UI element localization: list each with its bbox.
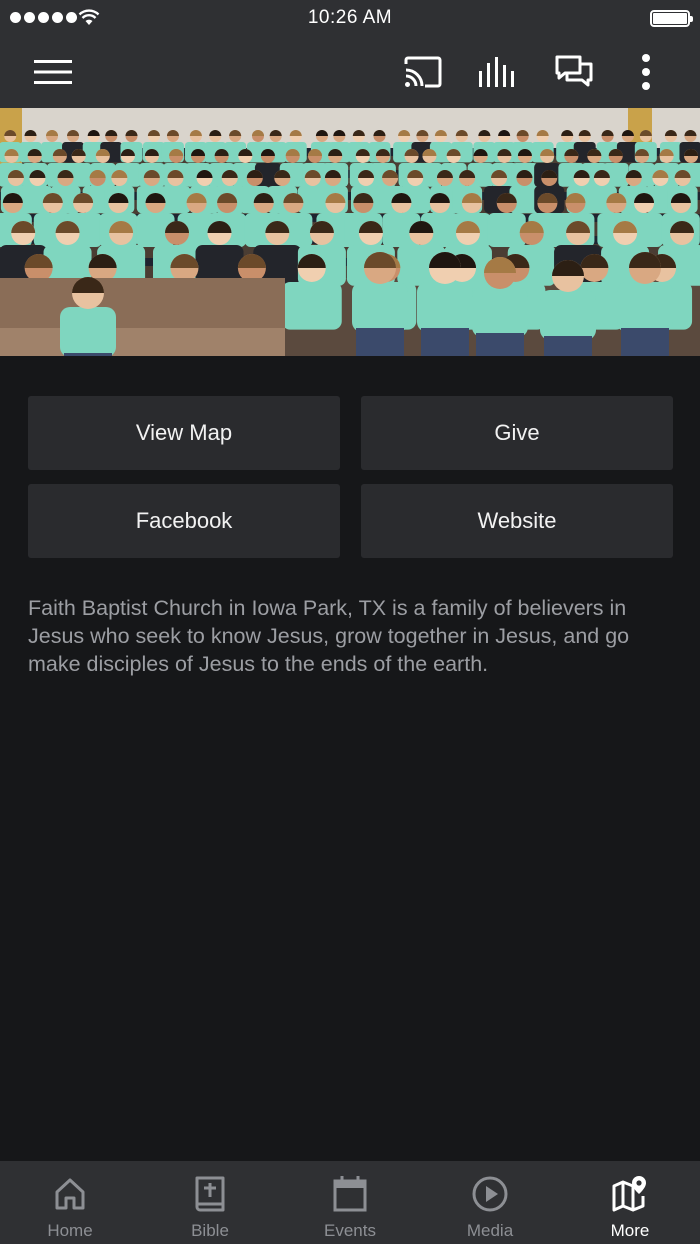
more-options-button[interactable]	[620, 36, 672, 108]
tab-events[interactable]: Events	[280, 1161, 420, 1244]
top-toolbar	[0, 36, 700, 108]
map-icon	[612, 1176, 646, 1212]
view-map-button[interactable]: View Map	[28, 396, 340, 470]
more-vertical-icon	[642, 54, 650, 90]
tab-more[interactable]: More	[560, 1161, 700, 1244]
hero-image	[0, 108, 700, 356]
facebook-button[interactable]: Facebook	[28, 484, 340, 558]
battery-icon	[650, 10, 693, 27]
play-icon	[472, 1176, 508, 1212]
chat-button[interactable]	[546, 36, 602, 108]
home-icon	[55, 1178, 85, 1210]
audio-button[interactable]	[470, 36, 526, 108]
cast-icon	[404, 56, 442, 88]
bible-icon	[195, 1176, 225, 1212]
website-button[interactable]: Website	[361, 484, 673, 558]
tab-home[interactable]: Home	[0, 1161, 140, 1244]
audio-bars-icon	[479, 57, 514, 87]
cast-button[interactable]	[394, 36, 452, 108]
tab-more-label: More	[610, 1221, 650, 1240]
tab-media[interactable]: Media	[420, 1161, 560, 1244]
tab-bible-label: Bible	[191, 1221, 229, 1240]
bottom-tab-bar: Home Bible Events Media More	[0, 1161, 700, 1244]
menu-button[interactable]	[22, 36, 84, 108]
menu-icon	[34, 60, 72, 84]
church-description: Faith Baptist Church in Iowa Park, TX is…	[28, 596, 630, 676]
calendar-icon	[333, 1176, 367, 1212]
tab-home-label: Home	[47, 1221, 93, 1240]
chat-icon	[555, 55, 593, 87]
tab-bible[interactable]: Bible	[140, 1161, 280, 1244]
tab-media-label: Media	[466, 1221, 514, 1240]
status-bar: 10:26 AM	[0, 0, 700, 36]
tab-events-label: Events	[324, 1221, 376, 1240]
status-time: 10:26 AM	[307, 7, 393, 28]
give-button[interactable]: Give	[361, 396, 673, 470]
